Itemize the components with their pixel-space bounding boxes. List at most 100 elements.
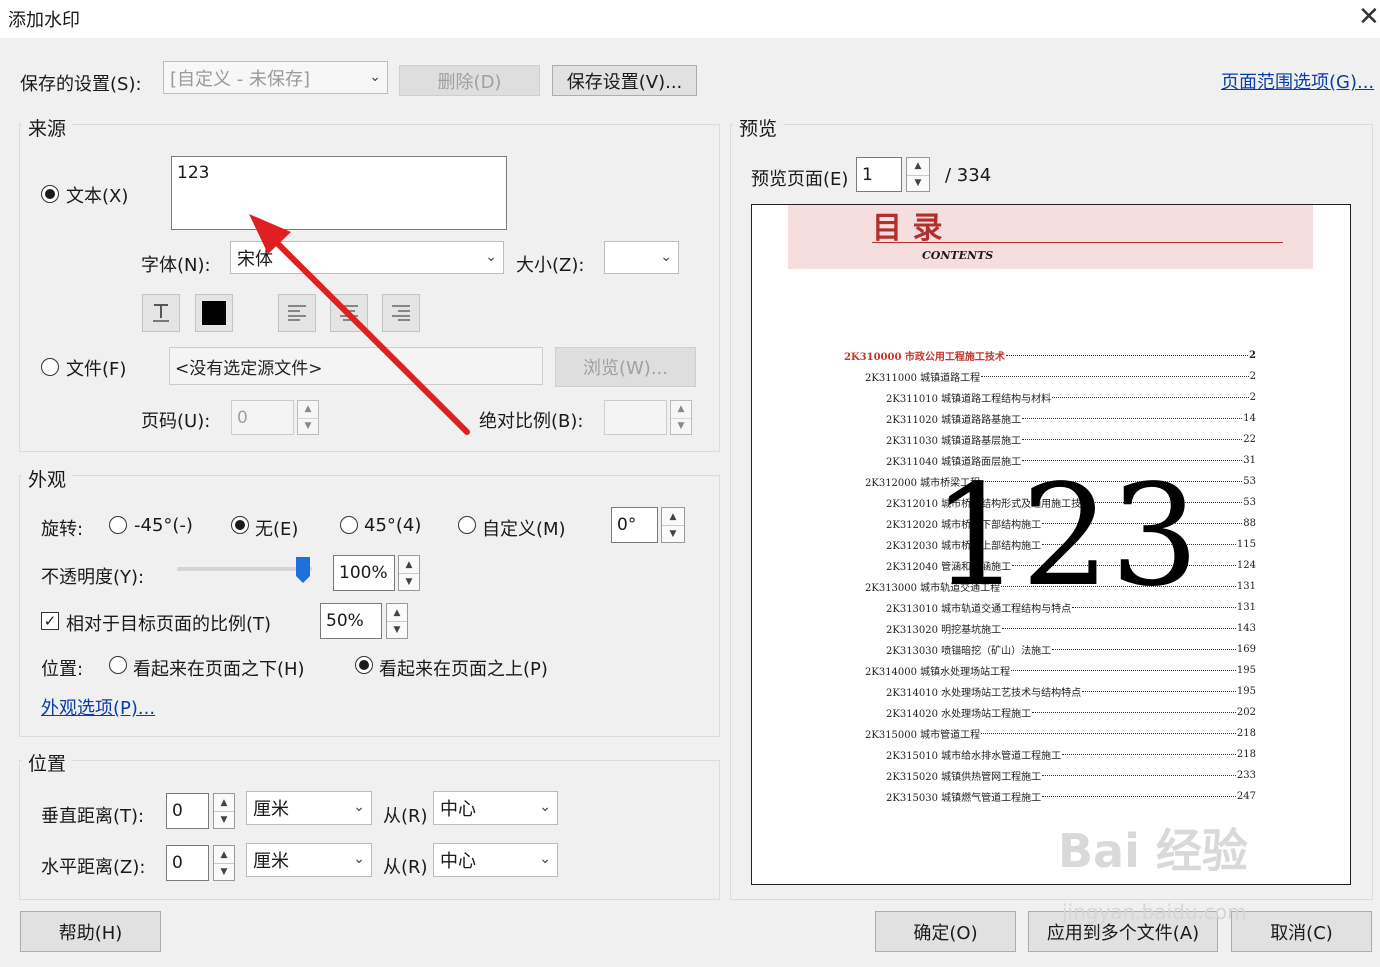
stepper-down-icon[interactable]: ▼ [671,418,691,435]
toc-leader-dots [1022,418,1243,419]
toc-leader-dots [1005,355,1249,356]
behind-page-radio[interactable] [109,656,127,674]
horizontal-distance-stepper[interactable]: ▲ ▼ [213,845,235,881]
toc-leader-dots [1052,397,1249,398]
delete-button[interactable]: 删除(D) [399,65,540,96]
stepper-up-icon[interactable]: ▲ [387,604,407,622]
page-number-stepper[interactable]: ▲ ▼ [297,400,319,435]
horizontal-distance-input[interactable]: 0 [166,845,209,881]
horizontal-unit-select[interactable]: 厘米 ⌄ [246,843,372,877]
rotation-45-radio[interactable] [340,516,358,534]
underline-text-icon[interactable] [142,294,180,332]
stepper-down-icon[interactable]: ▼ [907,175,929,192]
toc-entry-page: 2 [1249,350,1256,361]
relative-scale-stepper[interactable]: ▲ ▼ [386,603,408,639]
stepper-up-icon[interactable]: ▲ [214,846,234,864]
browse-button[interactable]: 浏览(W)... [555,347,696,387]
file-radio[interactable] [41,358,59,376]
stepper-up-icon[interactable]: ▲ [671,401,691,419]
toc-entry: 2K314020 水处理场站工程施工 202 [886,705,1256,720]
opacity-slider-thumb[interactable] [296,557,310,583]
rotation-custom-input[interactable]: 0° [611,507,658,543]
position-group [19,760,720,900]
align-right-icon[interactable] [382,294,420,332]
stepper-up-icon[interactable]: ▲ [399,556,419,574]
toc-entry-title: 2K313030 喷锚暗挖（矿山）法施工 [886,646,1052,657]
size-label: 大小(Z): [516,255,585,276]
stepper-up-icon[interactable]: ▲ [214,794,234,812]
stepper-down-icon[interactable]: ▼ [298,418,318,435]
vertical-unit-select[interactable]: 厘米 ⌄ [246,791,372,825]
appearance-options-link[interactable]: 外观选项(P)... [41,694,155,720]
source-file-field[interactable]: <没有选定源文件> [169,347,543,385]
rotation-none-radio[interactable] [231,516,249,534]
relative-scale-input[interactable]: 50% [320,603,382,639]
absolute-scale-stepper[interactable]: ▲ ▼ [670,400,692,435]
toc-entry-title: 2K315020 城镇供热管网工程施工 [886,772,1042,783]
text-radio[interactable] [41,185,59,203]
toc-entry-title: 2K310000 市政公用工程施工技术 [844,352,1005,363]
saved-settings-select[interactable]: [自定义 - 未保存] ⌄ [163,61,388,94]
size-select[interactable]: ⌄ [604,241,679,274]
toc-entry: 2K315000 城市管道工程 218 [865,726,1256,741]
watermark-text-input[interactable]: 123 [171,156,507,230]
rotation-custom-radio[interactable] [458,516,476,534]
above-page-radio[interactable] [355,656,373,674]
font-select[interactable]: 宋体 ⌄ [230,241,504,274]
stepper-up-icon[interactable]: ▲ [298,401,318,419]
appearance-group-title: 外观 [22,465,73,492]
horizontal-from-select[interactable]: 中心 ⌄ [433,843,558,877]
page-range-options-link[interactable]: 页面范围选项(G)... [1221,68,1374,94]
toc-entry-title: 2K314020 水处理场站工程施工 [886,709,1032,720]
relative-scale-checkbox[interactable]: ✓ [41,612,59,630]
toc-leader-dots [1011,670,1236,671]
rotation-neg45-label: -45°(-) [134,515,193,536]
preview-page-stepper[interactable]: ▲ ▼ [906,157,930,192]
text-color-button[interactable] [195,294,233,332]
vertical-from-select[interactable]: 中心 ⌄ [433,791,558,825]
toc-entry-page: 2 [1249,392,1256,403]
text-radio-label: 文本(X) [66,186,129,207]
toc-entry-page: 115 [1236,539,1256,550]
preview-group-title: 预览 [733,114,784,141]
cancel-button[interactable]: 取消(C) [1231,911,1372,952]
toc-entry-page: 88 [1243,518,1256,529]
opacity-stepper[interactable]: ▲ ▼ [398,555,420,591]
close-icon[interactable]: ✕ [1358,2,1380,32]
toc-entry-title: 2K311020 城镇道路路基施工 [886,415,1022,426]
position-layer-label: 位置: [41,659,84,680]
opacity-slider-track[interactable] [177,567,312,571]
stepper-up-icon[interactable]: ▲ [662,508,684,526]
toc-leader-dots [1022,439,1243,440]
absolute-scale-input[interactable] [604,400,667,435]
horizontal-distance-label: 水平距离(Z): [41,857,146,878]
stepper-down-icon[interactable]: ▼ [662,525,684,542]
align-center-icon[interactable] [330,294,368,332]
toc-entry: 2K311000 城镇道路工程 2 [865,369,1256,384]
toc-entry-title: 2K315000 城市管道工程 [865,730,981,741]
stepper-down-icon[interactable]: ▼ [214,811,234,828]
toc-entry: 2K315030 城镇燃气管道工程施工 247 [886,789,1256,804]
stepper-down-icon[interactable]: ▼ [214,863,234,880]
stepper-down-icon[interactable]: ▼ [387,621,407,638]
rotation-custom-stepper[interactable]: ▲ ▼ [661,507,685,543]
help-button[interactable]: 帮助(H) [20,911,161,952]
toc-entry: 2K313030 喷锚暗挖（矿山）法施工 169 [886,642,1256,657]
vertical-distance-stepper[interactable]: ▲ ▼ [213,793,235,829]
doc-heading-rule [872,242,1283,243]
save-settings-button[interactable]: 保存设置(V)... [552,65,697,96]
stepper-up-icon[interactable]: ▲ [907,158,929,176]
page-number-input[interactable]: 0 [231,400,294,435]
toc-leader-dots [1062,754,1236,755]
align-left-icon[interactable] [278,294,316,332]
opacity-input[interactable]: 100% [333,555,395,591]
stepper-down-icon[interactable]: ▼ [399,573,419,590]
ok-button[interactable]: 确定(O) [875,911,1016,952]
preview-canvas: 目 录 CONTENTS 2K310000 市政公用工程施工技术 2 2K31100… [751,204,1351,885]
toc-leader-dots [1032,712,1236,713]
rotation-neg45-radio[interactable] [109,516,127,534]
preview-page-input[interactable]: 1 [856,157,902,192]
toc-entry-page: 53 [1243,476,1256,487]
absolute-scale-label: 绝对比例(B): [479,411,584,432]
vertical-distance-input[interactable]: 0 [166,793,209,829]
